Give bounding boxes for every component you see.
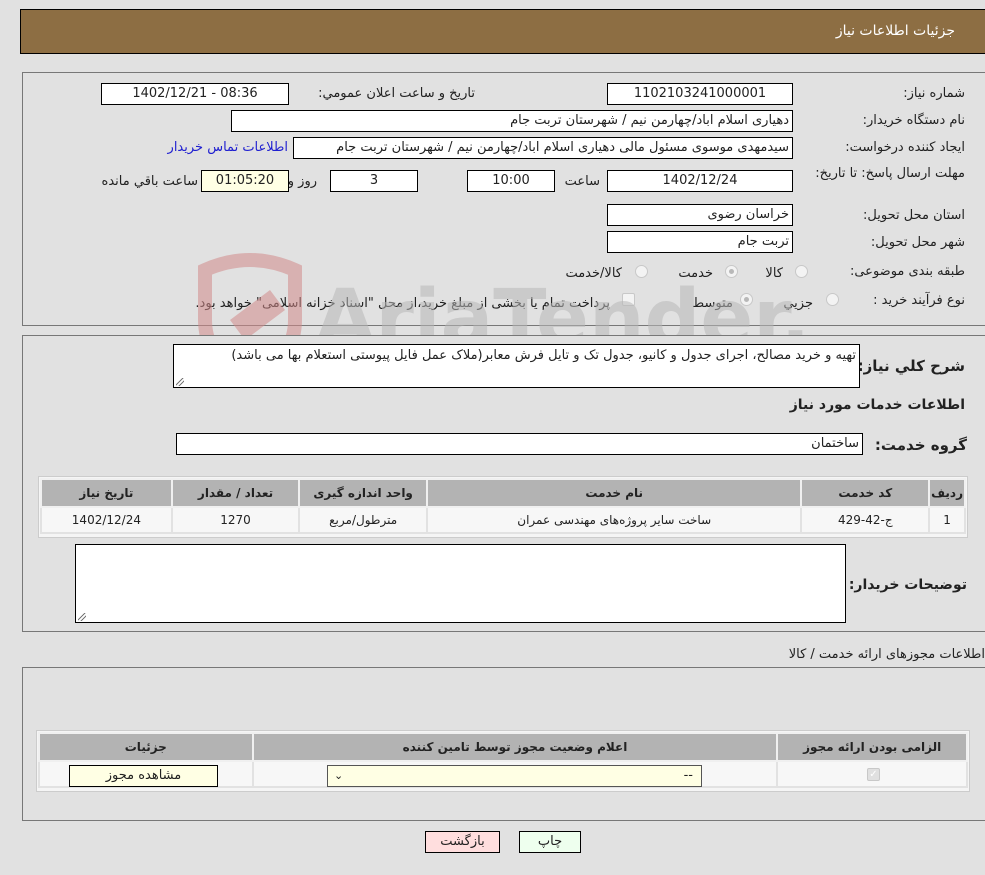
days-remaining-field[interactable]: 3 [330, 170, 418, 192]
resize-grip-icon[interactable] [176, 378, 184, 386]
col-unit: واحد اندازه گیری [298, 478, 428, 508]
col-row-number: ردیف [928, 478, 966, 508]
col-permit-required: الزامی بودن ارائه مجوز [776, 732, 968, 762]
time-remaining-field[interactable]: 01:05:20 [201, 170, 289, 192]
requester-field[interactable]: سیدمهدی موسوی مسئول مالی دهیاری اسلام اب… [293, 137, 793, 159]
col-permit-status: اعلام وضعیت مجوز توسط تامین کننده [251, 732, 779, 762]
permit-status-select[interactable]: -- ⌄ [327, 765, 702, 787]
need-number-field[interactable]: 1102103241000001 [607, 83, 793, 105]
cell-unit: مترطول/مربع [298, 506, 428, 534]
days-label: روز و [287, 174, 317, 189]
category-option-service: خدمت [678, 266, 713, 281]
category-option-goods: کالا [765, 266, 783, 281]
col-service-name: نام خدمت [425, 478, 803, 508]
resize-grip-icon[interactable] [78, 613, 86, 621]
category-option-goods-service: کالا/خدمت [565, 266, 622, 281]
cell-service-code: ج-42-429 [800, 506, 931, 534]
print-button[interactable]: چاپ [519, 831, 581, 853]
need-number-label: شماره نیاز: [903, 86, 965, 101]
cell-need-date: 1402/12/24 [40, 506, 173, 534]
category-radio-service[interactable] [725, 265, 738, 278]
buyer-notes-label: توضیحات خریدار: [848, 577, 967, 593]
buyer-contact-link[interactable]: اطلاعات تماس خریدار [168, 140, 288, 155]
back-button[interactable]: بازگشت [425, 831, 500, 853]
page-header: جزئیات اطلاعات نیاز [20, 9, 985, 54]
process-type-label: نوع فرآیند خرید : [873, 293, 965, 308]
announce-date-field[interactable]: 1402/12/21 - 08:36 [101, 83, 289, 105]
cell-service-name: ساخت سایر پروژه‌های مهندسی عمران [425, 506, 803, 534]
buyer-org-field[interactable]: دهیاری اسلام اباد/چهارمن نیم / شهرستان ت… [231, 110, 793, 132]
category-radio-goods[interactable] [795, 265, 808, 278]
deadline-date-field[interactable]: 1402/12/24 [607, 170, 793, 192]
deadline-time-label: ساعت [564, 174, 600, 189]
description-textarea[interactable]: تهیه و خرید مصالح، اجرای جدول و کانیو، ج… [173, 344, 860, 388]
province-field[interactable]: خراسان رضوی [607, 204, 793, 226]
col-need-date: تاریخ نیاز [40, 478, 173, 508]
process-radio-medium[interactable] [740, 293, 753, 306]
description-text: تهیه و خرید مصالح، اجرای جدول و کانیو، ج… [231, 348, 856, 363]
cell-quantity: 1270 [170, 506, 301, 534]
services-heading: اطلاعات خدمات مورد نیاز [789, 397, 965, 413]
category-radio-goods-service[interactable] [635, 265, 648, 278]
buyer-notes-textarea[interactable] [75, 544, 846, 623]
description-label: شرح کلي نیاز: [857, 357, 965, 375]
announce-date-label: تاریخ و ساعت اعلان عمومي: [318, 86, 475, 101]
city-field[interactable]: تربت جام [607, 231, 793, 253]
treasury-note: پرداخت تمام یا بخشی از مبلغ خرید،از محل … [195, 296, 610, 311]
service-group-field[interactable]: ساختمان [176, 433, 863, 455]
process-option-minor: جزيي [783, 296, 813, 311]
chevron-down-icon: ⌄ [334, 769, 344, 782]
permits-table-header: الزامی بودن ارائه مجوز اعلام وضعیت مجوز … [38, 732, 968, 762]
requester-label: ایجاد کننده درخواست: [845, 140, 965, 155]
permit-status-value: -- [683, 768, 693, 783]
col-service-code: کد خدمت [800, 478, 931, 508]
city-label: شهر محل تحویل: [870, 235, 965, 250]
cell-row-number: 1 [928, 506, 966, 534]
page-title: جزئیات اطلاعات نیاز [835, 23, 955, 39]
category-label: طبقه بندی موضوعی: [849, 264, 965, 279]
province-label: استان محل تحویل: [863, 208, 965, 223]
process-option-medium: متوسط [692, 296, 733, 311]
deadline-time-field[interactable]: 10:00 [467, 170, 555, 192]
deadline-label: مهلت ارسال پاسخ: تا تاریخ: [815, 166, 965, 181]
time-remaining-label: ساعت باقي مانده [101, 174, 198, 189]
services-table-header: ردیف کد خدمت نام خدمت واحد اندازه گیری ت… [40, 478, 966, 508]
permit-required-checkbox[interactable]: ✓ [867, 768, 880, 781]
permits-heading: اطلاعات مجوزهای ارائه خدمت / کالا [788, 647, 985, 662]
process-radio-minor[interactable] [826, 293, 839, 306]
treasury-checkbox[interactable] [622, 293, 635, 306]
table-row: 1 ج-42-429 ساخت سایر پروژه‌های مهندسی عم… [40, 506, 966, 534]
col-permit-details: جزئیات [38, 732, 254, 762]
view-permit-button[interactable]: مشاهده مجوز [69, 765, 218, 787]
service-group-label: گروه خدمت: [874, 436, 967, 454]
col-quantity: تعداد / مقدار [170, 478, 301, 508]
services-table: ردیف کد خدمت نام خدمت واحد اندازه گیری ت… [40, 478, 966, 534]
buyer-org-label: نام دستگاه خریدار: [862, 113, 965, 128]
